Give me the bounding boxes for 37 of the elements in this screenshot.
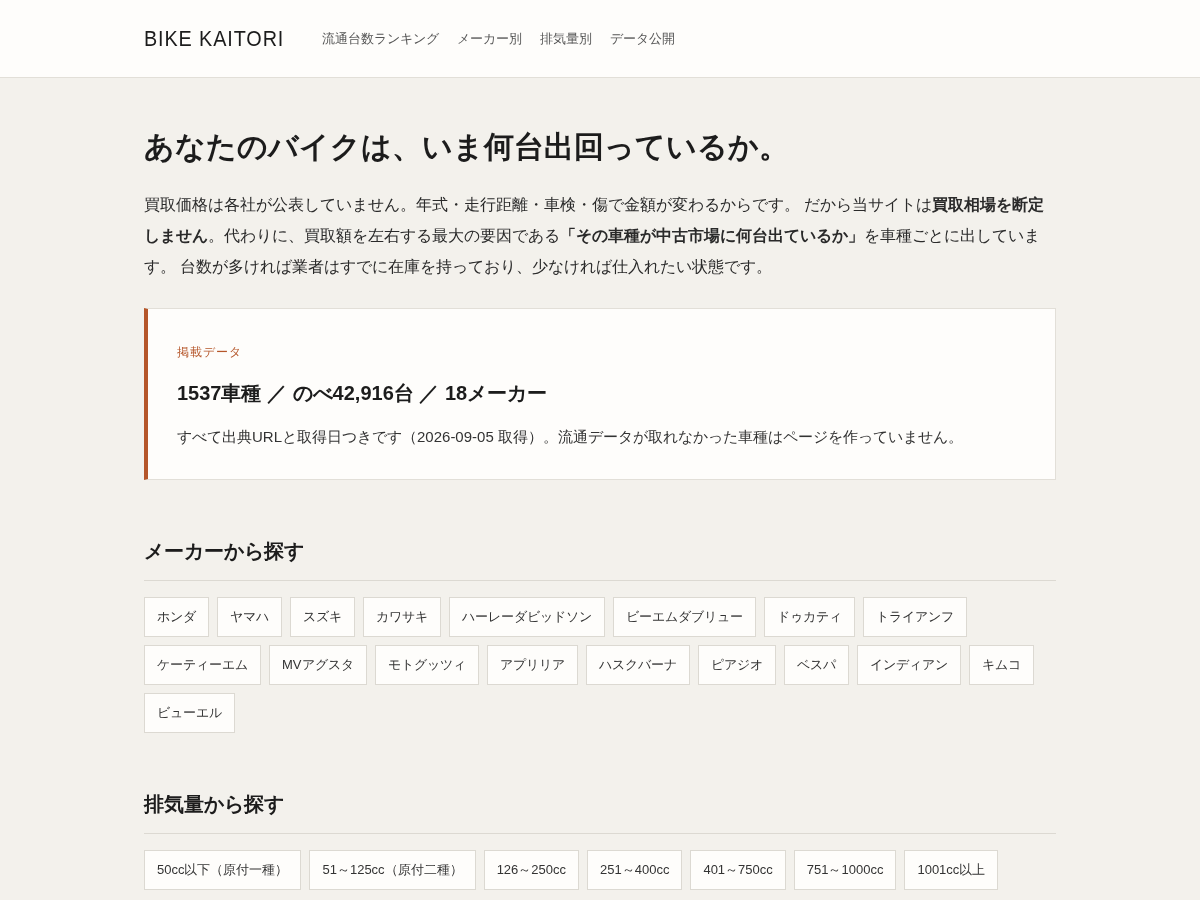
filter-link[interactable]: ビューエル	[144, 692, 235, 733]
filter-link[interactable]: ビーエムダブリュー	[613, 596, 756, 637]
section-heading: 排気量から探す	[144, 788, 1056, 834]
filter-link[interactable]: ベスパ	[783, 644, 849, 685]
filter-link[interactable]: キムコ	[968, 644, 1034, 685]
filter-link[interactable]: インディアン	[856, 644, 961, 685]
filter-link[interactable]: ドゥカティ	[764, 596, 855, 637]
site-logo[interactable]: BIKE KAITORI	[144, 22, 285, 55]
card-label: 掲載データ	[177, 344, 243, 361]
filter-link[interactable]: 1001cc以上	[904, 849, 999, 890]
filter-link[interactable]: ケーティーエム	[144, 644, 261, 685]
filter-link[interactable]: アプリリア	[486, 644, 578, 685]
filter-link[interactable]: 126～250cc	[483, 849, 579, 890]
filter-link[interactable]: スズキ	[290, 596, 355, 637]
page-title: あなたのバイクは、いま何台出回っているか。	[144, 129, 790, 165]
filter-link[interactable]: ハスクバーナ	[585, 644, 690, 685]
nav-link[interactable]: データ公開	[609, 28, 675, 49]
nav-link[interactable]: 排気量別	[539, 28, 592, 49]
filter-link[interactable]: ホンダ	[144, 596, 209, 637]
filter-link[interactable]: MVアグスタ	[269, 644, 367, 685]
filter-link[interactable]: モトグッツィ	[374, 644, 479, 685]
filter-link[interactable]: 751～1000cc	[793, 849, 897, 890]
card-note: すべて出典URLと取得日つきです（2026-09-05 取得）。流通データが取れなかった車種はページを作っていません。	[177, 427, 964, 447]
filter-link[interactable]: 50cc以下（原付一種）	[144, 849, 302, 890]
section-heading: メーカーから探す	[144, 535, 1056, 581]
data-stats: 1537車種 ／ のべ42,916台 ／ 18メーカー	[177, 381, 549, 406]
nav-link[interactable]: メーカー別	[456, 28, 522, 49]
filter-link[interactable]: 51～125cc（原付二種）	[309, 849, 476, 890]
filter-link[interactable]: カワサキ	[363, 596, 441, 637]
filter-link[interactable]: トライアンフ	[863, 596, 967, 637]
filter-link[interactable]: ピアジオ	[697, 644, 776, 685]
filter-link[interactable]: ヤマハ	[217, 596, 282, 637]
nav-link[interactable]: 流通台数ランキング	[321, 28, 439, 49]
filter-link[interactable]: 401～750cc	[690, 849, 786, 890]
intro-paragraph: 買取価格は各社が公表していません。年式・走行距離・車検・傷で金額が変わるからです。 だから当サイトは買取相場を断定しません。代わりに、買取額を左右する最大の要因である「その車種が中古市場に何台出ているか」を車種ごとに出しています。 台数が多ければ業者はすでに在庫を持っており、少なければ仕入れたい状態です。	[144, 195, 1046, 277]
filter-link[interactable]: ハーレーダビッドソン	[449, 596, 605, 637]
filter-link[interactable]: 251～400cc	[587, 849, 683, 890]
